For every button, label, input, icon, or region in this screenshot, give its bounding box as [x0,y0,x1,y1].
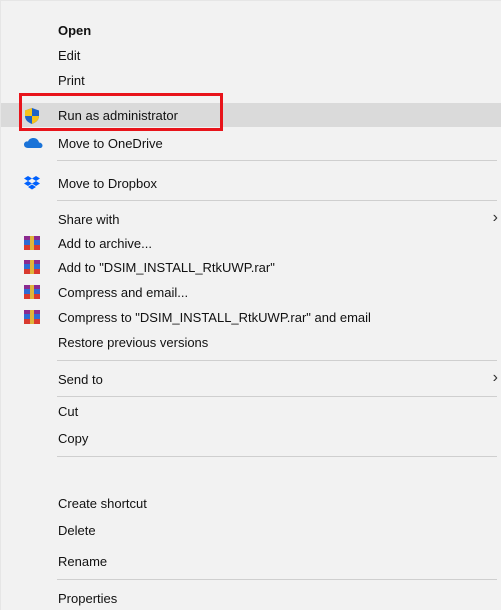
menu-item-label: Add to archive... [58,235,152,251]
winrar-icon [23,284,41,300]
menu-item-label: Rename [58,553,108,569]
menu-item-label: Edit [58,47,81,63]
menu-item-move-to-onedrive[interactable]: Move to OneDrive [1,131,501,155]
menu-item-compress-to-rar-and-email[interactable]: Compress to "DSIM_INSTALL_RtkUWP.rar" an… [1,305,501,329]
menu-item-send-to[interactable]: Send to › [1,367,501,391]
submenu-arrow-icon: › [492,369,498,386]
menu-item-cut[interactable]: Cut [1,399,501,423]
uac-shield-icon [23,107,41,124]
menu-item-label: Copy [58,430,89,446]
menu-item-label: Properties [58,590,118,606]
menu-item-edit[interactable]: Edit [1,43,501,67]
menu-item-print[interactable]: Print [1,68,501,92]
menu-item-label: Move to Dropbox [58,175,157,191]
menu-item-label: Send to [58,371,103,387]
menu-item-label: Compress and email... [58,284,189,300]
menu-item-delete[interactable]: Delete [1,518,501,542]
dropbox-icon [23,175,41,191]
menu-item-copy[interactable]: Copy [1,426,501,450]
menu-item-create-shortcut[interactable]: Create shortcut [1,491,501,515]
menu-item-label: Move to OneDrive [58,135,163,151]
menu-item-label: Run as administrator [58,107,178,123]
menu-item-run-as-administrator[interactable]: Run as administrator [1,103,501,127]
context-menu: Open Edit Print Run as administrator Mov… [0,0,501,610]
menu-separator [57,579,497,580]
menu-item-label: Compress to "DSIM_INSTALL_RtkUWP.rar" an… [58,309,371,325]
menu-item-add-to-rar[interactable]: Add to "DSIM_INSTALL_RtkUWP.rar" [1,255,501,279]
menu-item-label: Print [58,72,85,88]
menu-item-share-with[interactable]: Share with › [1,207,501,231]
submenu-arrow-icon: › [492,209,498,226]
menu-separator [57,360,497,361]
menu-item-label: Create shortcut [58,495,147,511]
menu-item-move-to-dropbox[interactable]: Move to Dropbox [1,171,501,195]
menu-separator [57,200,497,201]
menu-item-properties[interactable]: Properties [1,586,501,610]
menu-item-label: Delete [58,522,96,538]
menu-separator [57,456,497,457]
menu-separator [57,396,497,397]
menu-item-label: Add to "DSIM_INSTALL_RtkUWP.rar" [58,259,275,275]
winrar-icon [23,235,41,251]
menu-item-restore-previous-versions[interactable]: Restore previous versions [1,330,501,354]
menu-item-label: Cut [58,403,79,419]
menu-item-open[interactable]: Open [1,18,501,42]
menu-item-label: Open [58,22,92,38]
menu-separator [57,160,497,161]
menu-item-label: Restore previous versions [58,334,209,350]
menu-item-label: Share with [58,211,120,227]
winrar-icon [23,259,41,275]
menu-item-rename[interactable]: Rename [1,549,501,573]
winrar-icon [23,309,41,325]
onedrive-cloud-icon [23,137,43,153]
menu-top-border [1,0,501,1]
menu-item-add-to-archive[interactable]: Add to archive... [1,231,501,255]
menu-item-compress-and-email[interactable]: Compress and email... [1,280,501,304]
